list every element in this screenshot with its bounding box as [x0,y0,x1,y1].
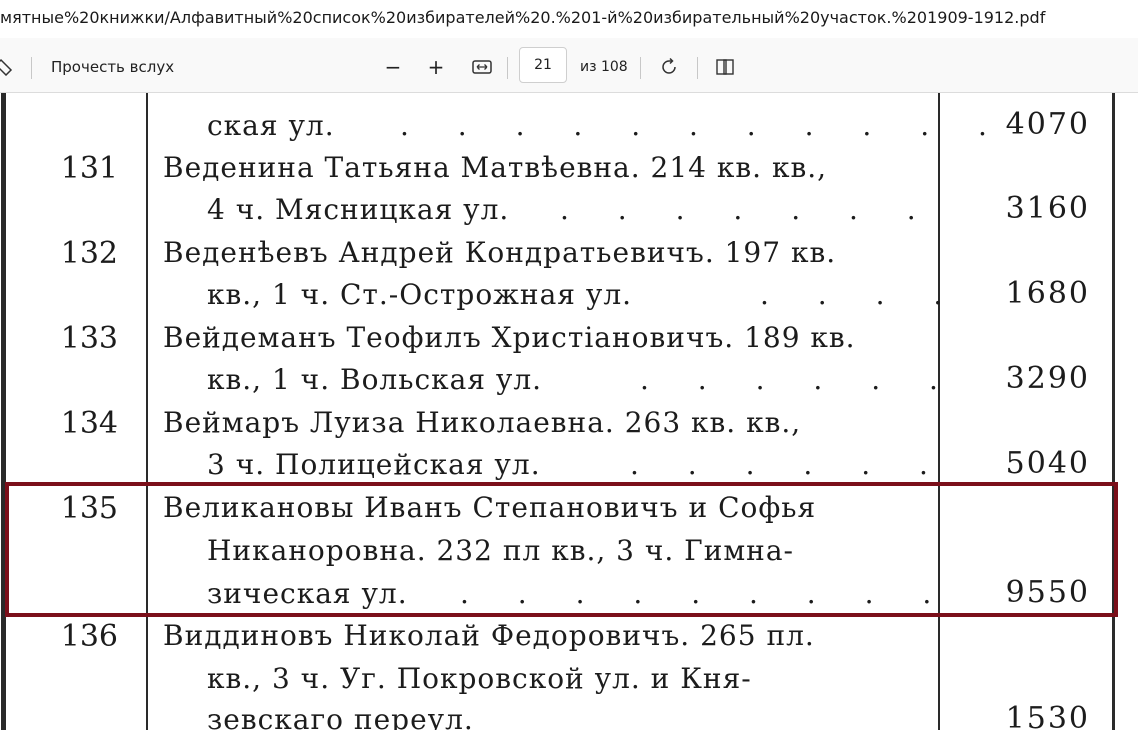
entry-line: Вейдеманъ Теофилъ Христіановичъ. 189 кв. [163,321,856,354]
leader-dots: . . . . . . [630,448,948,481]
toolbar-divider [31,57,32,79]
entry-value: 5040 [1005,446,1090,481]
page-edge-right [1112,93,1115,730]
page-edge-left [1,93,6,730]
column-rule [146,93,148,730]
leader-dots: . . . . [760,278,963,311]
entry-line: кв., 1 ч. Вольская ул. [207,363,543,396]
entry-line: Веденина Татьяна Матвѣевна. 214 кв. кв., [163,151,828,184]
entry-line: ская ул. [207,109,335,142]
leader-dots: . . . . . . [640,363,958,396]
entry-line: Веймаръ Луиза Николаевна. 263 кв. кв., [163,406,802,439]
entry-number: 136 [60,619,118,654]
entry-value: 4070 [1005,107,1090,142]
fit-width-icon[interactable] [470,53,494,81]
read-aloud-button[interactable]: Прочесть вслух [51,53,174,81]
entry-value: 1530 [1005,701,1090,730]
pdf-toolbar: Прочесть вслух − + 21 из 108 [0,38,1138,93]
column-rule [938,93,940,730]
entry-line: 3 ч. Полицейская ул. [207,448,541,481]
leader-dots: . . . . . . . [560,193,936,226]
entry-number: 132 [60,236,118,271]
zoom-out-button[interactable]: − [382,53,404,81]
toolbar-divider [640,57,641,79]
entry-line: кв., 1 ч. Ст.-Острожная ул. [207,278,633,311]
pdf-page: ская ул. . . . . . . . . . . . 4070 131 … [0,93,1138,730]
page-view-icon[interactable] [713,53,737,81]
entry-line: Веденѣевъ Андрей Кондратьевичъ. 197 кв. [163,236,837,269]
rotate-icon[interactable] [657,53,681,81]
leader-dots: . . . . . . . . . . . [400,109,1007,142]
address-url[interactable]: мятные%20книжки/Алфавитный%20список%20из… [0,8,1045,27]
zoom-in-button[interactable]: + [425,53,447,81]
entry-line: 4 ч. Мясницкая ул. [207,193,510,226]
highlight-box [5,482,1118,617]
entry-line: кв., 3 ч. Уг. Покровской ул. и Кня- [207,662,752,695]
entry-line: Виддиновъ Николай Федоровичъ. 265 пл. [163,619,815,652]
toolbar-divider [697,57,698,79]
entry-value: 3160 [1005,191,1090,226]
page-number-input[interactable]: 21 [519,47,567,83]
toolbar-divider [507,57,508,79]
entry-number: 133 [60,321,118,356]
entry-line: зевскаго переул. [207,703,474,730]
page-count: из 108 [580,59,628,75]
entry-value: 3290 [1005,361,1090,396]
entry-number: 131 [60,151,118,186]
entry-number: 134 [60,406,118,441]
eraser-icon[interactable] [0,53,14,81]
entry-value: 1680 [1005,276,1090,311]
address-bar[interactable]: мятные%20книжки/Алфавитный%20список%20из… [0,0,1138,38]
